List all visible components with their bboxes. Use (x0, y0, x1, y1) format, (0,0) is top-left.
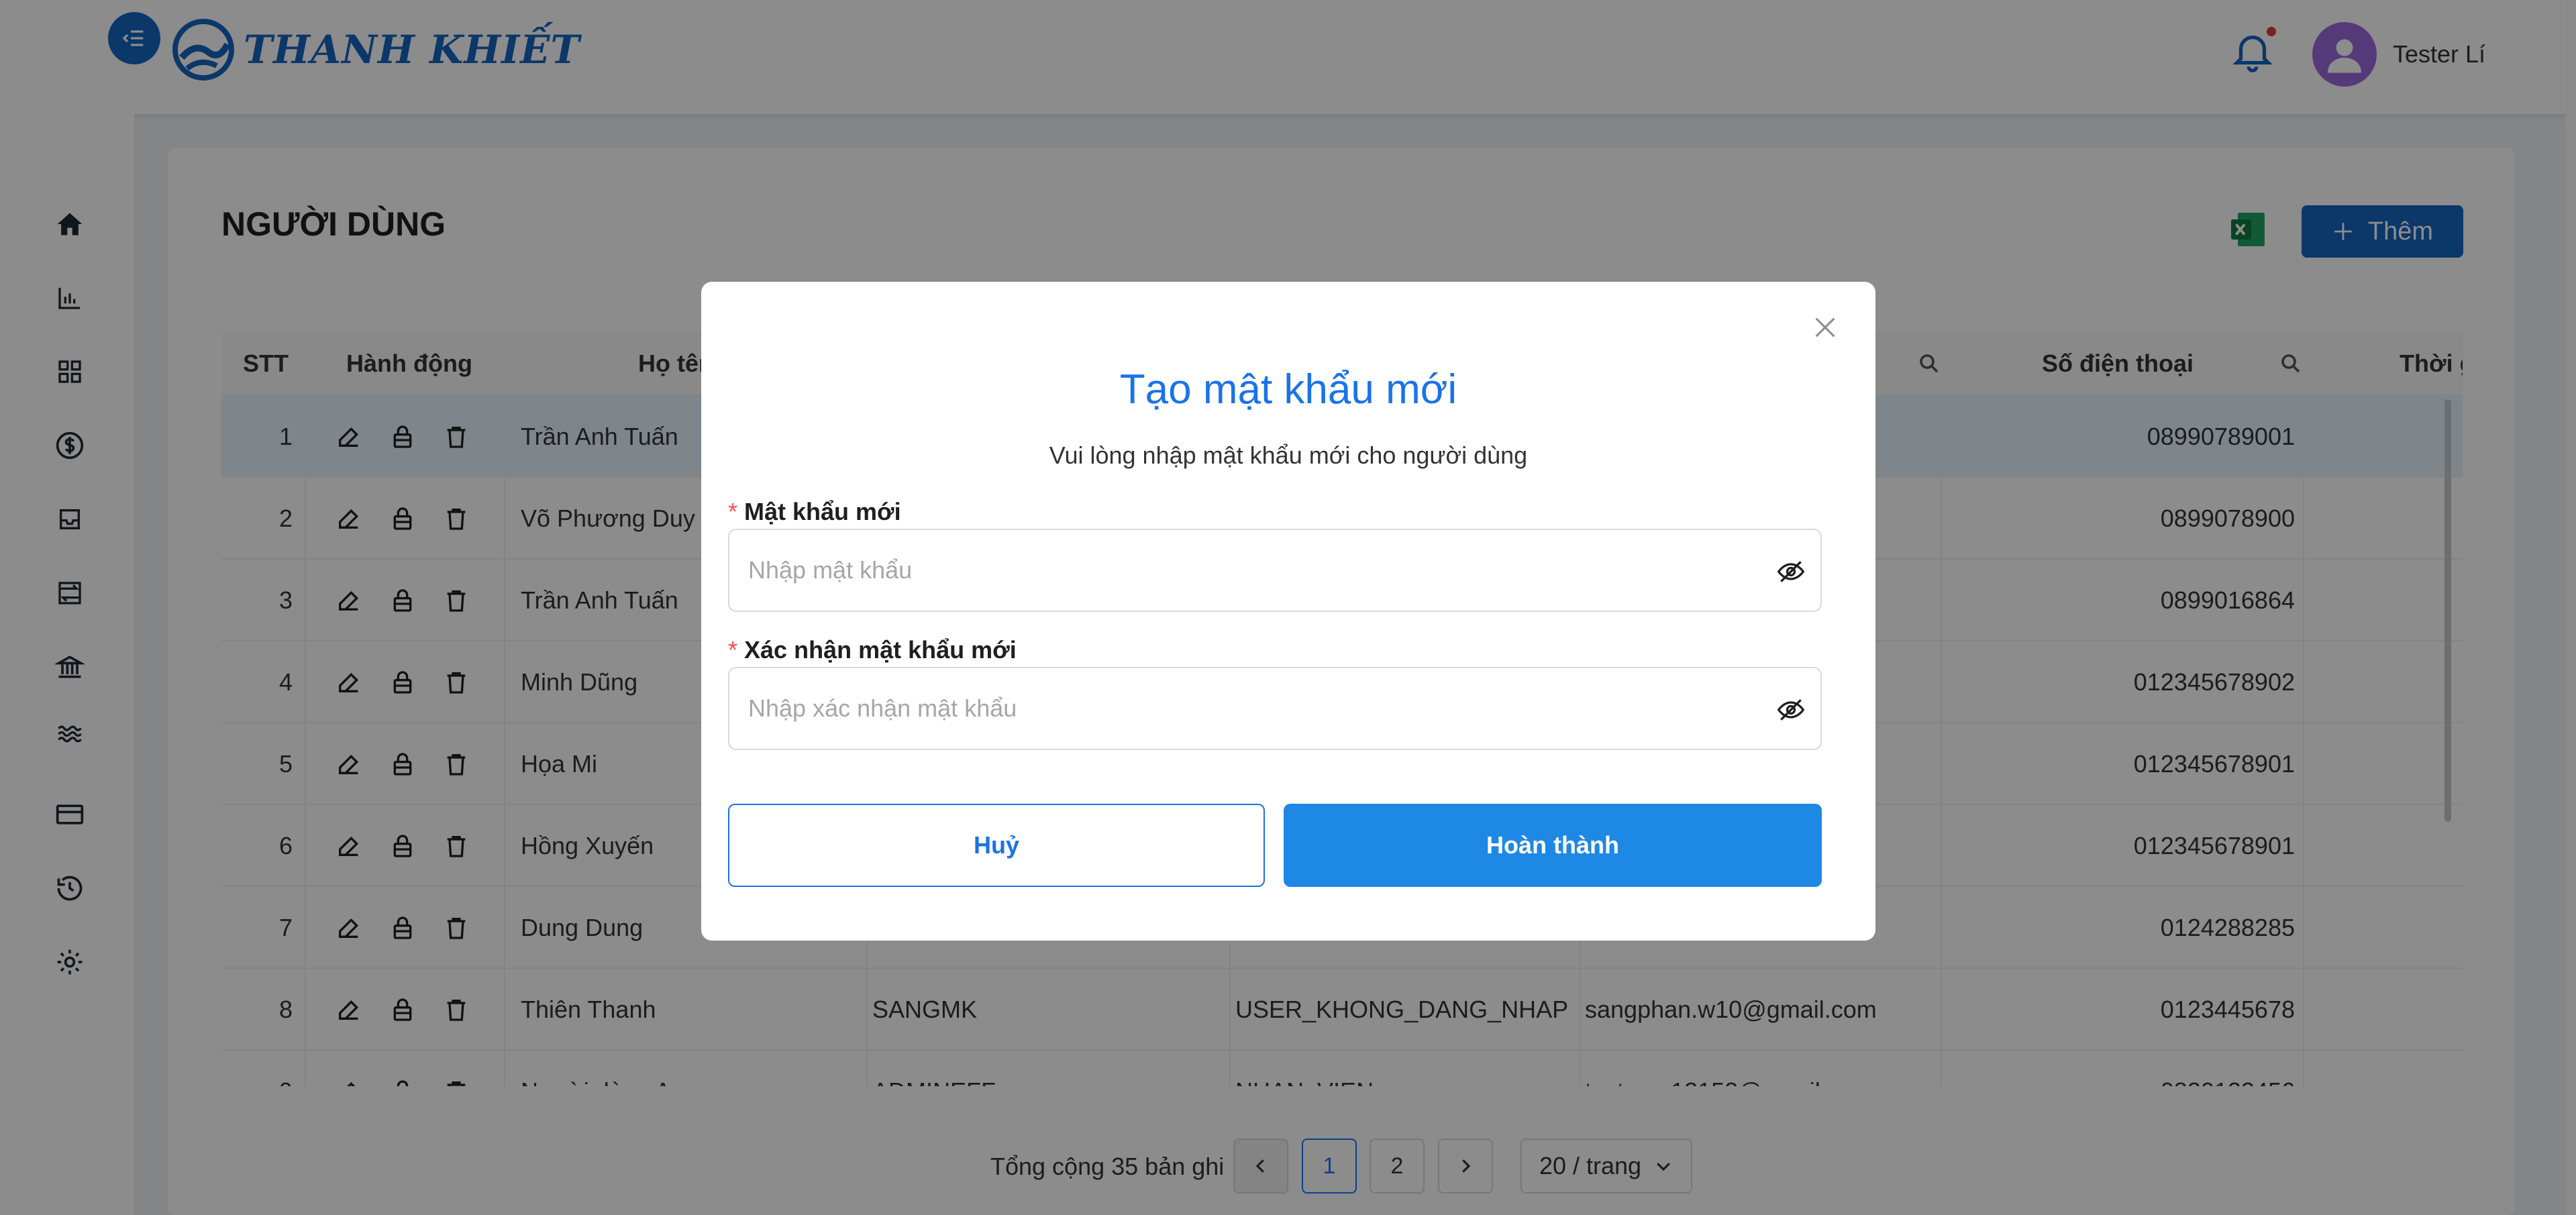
submit-button[interactable]: Hoàn thành (1284, 804, 1822, 887)
close-icon (1815, 317, 1835, 337)
page-scrollbar[interactable] (2566, 0, 2576, 1215)
new-password-field[interactable] (728, 529, 1822, 612)
confirm-password-label-text: Xác nhận mật khẩu mới (744, 636, 1017, 664)
confirm-password-label: * Xác nhận mật khẩu mới (728, 636, 1017, 664)
confirm-password-input[interactable] (729, 668, 1763, 749)
modal-title: Tạo mật khẩu mới (1119, 366, 1457, 413)
modal-subtitle: Vui lòng nhập mật khẩu mới cho người dùn… (1049, 441, 1528, 469)
eye-invisible-icon[interactable] (1776, 695, 1806, 725)
required-mark: * (728, 636, 738, 664)
new-password-label: * Mật khẩu mới (728, 498, 901, 526)
new-password-input[interactable] (729, 530, 1763, 611)
confirm-password-field[interactable] (728, 667, 1822, 750)
cancel-button[interactable]: Huỷ (728, 804, 1265, 887)
close-button[interactable] (1812, 314, 1839, 341)
new-password-modal: Tạo mật khẩu mới Vui lòng nhập mật khẩu … (701, 282, 1875, 941)
new-password-label-text: Mật khẩu mới (744, 498, 901, 525)
required-mark: * (728, 498, 738, 525)
eye-invisible-icon[interactable] (1776, 557, 1806, 586)
